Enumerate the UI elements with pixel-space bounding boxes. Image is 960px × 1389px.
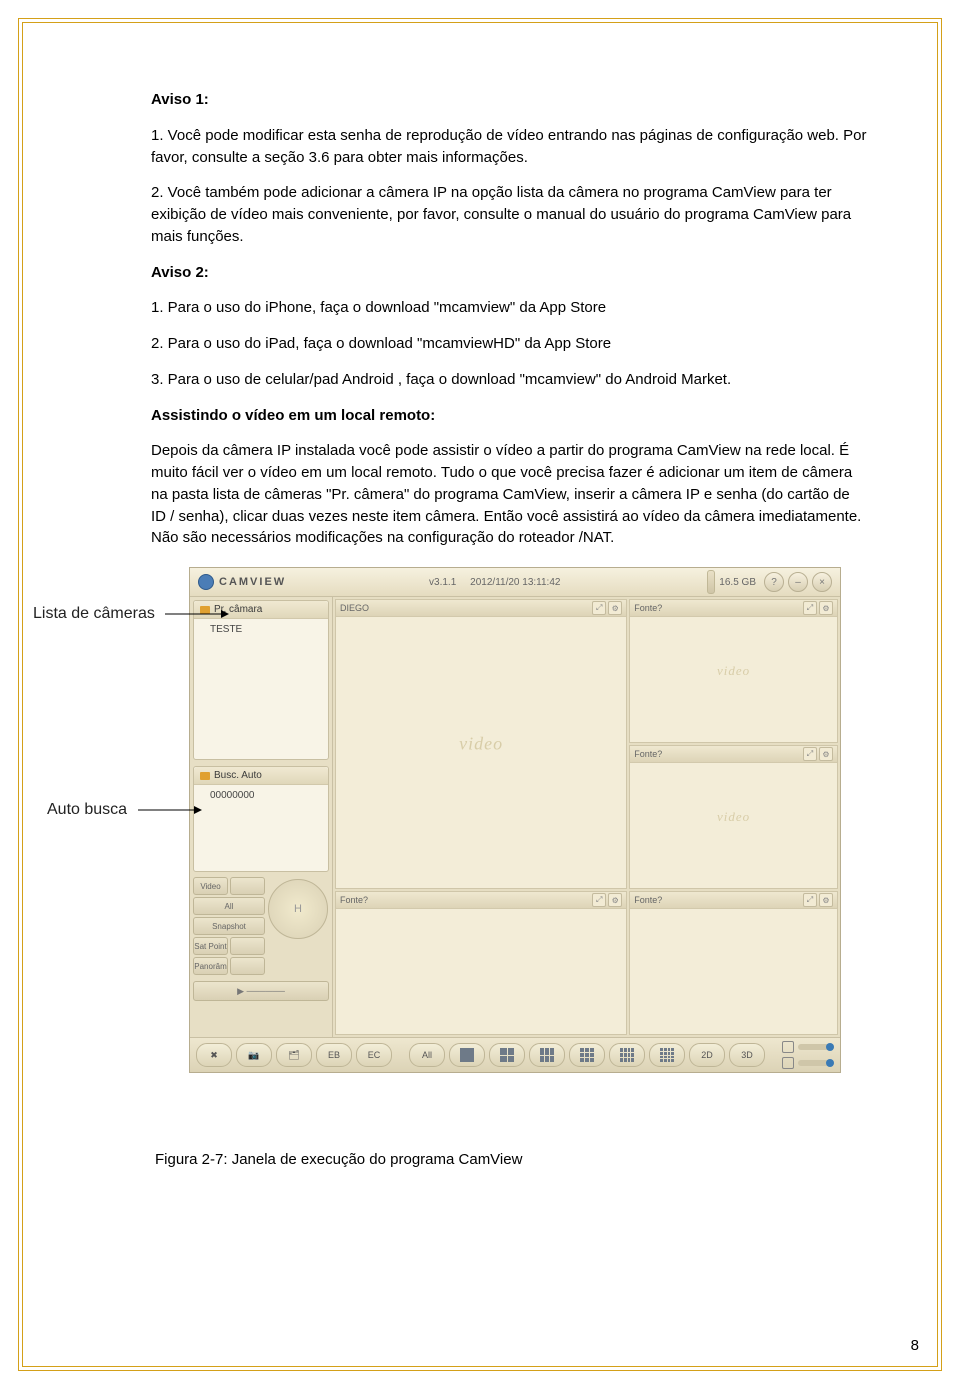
aviso2-item2: 2. Para o uso do iPad, faça o download "… [151,333,867,355]
figure-caption: Figura 2-7: Janela de execução do progra… [155,1151,867,1168]
ec-button[interactable]: EC [356,1043,392,1067]
tile-settings-icon[interactable]: ⚙ [819,747,833,761]
watermark: video [717,663,750,679]
annotation-cameras: Lista de câmeras [33,605,229,623]
autosearch-panel-title: Busc. Auto [214,770,262,781]
tool-button[interactable]: 📷 [236,1043,272,1067]
aviso1-item2: 2. Você também pode adicionar a câmera I… [151,182,867,247]
mini-btn[interactable] [230,957,265,975]
watermark: video [717,809,750,825]
aviso2-heading: Aviso 2: [151,262,867,284]
mic-icon [782,1057,794,1069]
search-tree-item[interactable]: 00000000 [210,789,322,802]
close-button[interactable]: × [812,572,832,592]
annotation-search-text: Auto busca [47,801,127,818]
annotation-cameras-text: Lista de câmeras [33,605,155,622]
titlebar: CAMVIEW v3.1.1 2012/11/20 13:11:42 16.5 … [190,568,840,597]
tile-expand-icon[interactable]: ⤢ [592,893,606,907]
playbar[interactable]: ▶ ────── [193,981,329,1001]
settings-button[interactable]: ✖ [196,1043,232,1067]
camview-window: CAMVIEW v3.1.1 2012/11/20 13:11:42 16.5 … [189,567,841,1073]
dpad-control[interactable] [268,879,328,939]
pan-button[interactable]: Panorâm [193,957,228,975]
eb-button[interactable]: EB [316,1043,352,1067]
volume-slider[interactable] [798,1044,834,1050]
mini-btn[interactable] [230,937,265,955]
remote-heading: Assistindo o vídeo em um local remoto: [151,405,867,427]
autosearch-panel: Busc. Auto 00000000 [193,766,329,872]
camera-tree-item[interactable]: TESTE [210,623,322,636]
titlebar-meta: v3.1.1 2012/11/20 13:11:42 [286,577,703,588]
snapshot-button[interactable]: Snapshot [193,917,265,935]
video-button[interactable]: Video [193,877,228,895]
tile-expand-icon[interactable]: ⤢ [803,601,817,615]
divider-icon [707,570,715,594]
document-body: Aviso 1: 1. Você pode modificar esta sen… [109,89,867,549]
tile-expand-icon[interactable]: ⤢ [803,747,817,761]
help-button[interactable]: ? [764,572,784,592]
figure-wrap: Lista de câmeras Auto busca CAMVIEW [109,567,867,1168]
aviso2-item1: 1. Para o uso do iPhone, faça o download… [151,297,867,319]
sidebar: Pr. câmara TESTE Busc. Auto [190,597,333,1037]
minimize-button[interactable]: – [788,572,808,592]
tile-expand-icon[interactable]: ⤢ [803,893,817,907]
app-brand: CAMVIEW [219,576,286,588]
app-datetime: 2012/11/20 13:11:42 [470,577,560,588]
page-number: 8 [911,1337,919,1354]
video-grid: DIEGO ⤢⚙ video Fonte? ⤢⚙ video [333,597,840,1037]
tool-button[interactable]: 🗂 [276,1043,312,1067]
aviso1-item1: 1. Você pode modificar esta senha de rep… [151,125,867,169]
video-tile[interactable]: Fonte? ⤢⚙ [335,891,627,1035]
mini-btn[interactable] [230,877,265,895]
aviso1-heading: Aviso 1: [151,89,867,111]
tile-title: DIEGO [340,603,369,613]
annotation-search: Auto busca [47,801,202,819]
ptz-controls: Video All Snapshot Sat Point Panorâm [193,877,329,977]
watermark: video [459,734,503,755]
satpoint-button[interactable]: Sat Point [193,937,228,955]
app-version: v3.1.1 [429,577,456,588]
mic-slider[interactable] [798,1060,834,1066]
layout-16-button[interactable] [649,1043,685,1067]
aviso2-item3: 3. Para o uso de celular/pad Android , f… [151,369,867,391]
logo-icon [198,574,214,590]
video-tile[interactable]: Fonte? ⤢⚙ [629,891,838,1035]
video-tile[interactable]: Fonte? ⤢⚙ video [629,745,838,889]
autosearch-panel-header[interactable]: Busc. Auto [194,767,328,785]
layout-all-button[interactable]: All [409,1043,445,1067]
view-2d-button[interactable]: 2D [689,1043,725,1067]
storage-text: 16.5 GB [719,577,756,588]
tile-title: Fonte? [634,895,662,905]
arrow-icon [138,805,202,815]
tile-title: Fonte? [634,749,662,759]
tile-expand-icon[interactable]: ⤢ [592,601,606,615]
tile-settings-icon[interactable]: ⚙ [608,893,622,907]
layout-9-button[interactable] [569,1043,605,1067]
video-tile-main[interactable]: DIEGO ⤢⚙ video [335,599,627,889]
layout-6-button[interactable] [529,1043,565,1067]
arrow-icon [165,609,229,619]
footer-toolbar: ✖ 📷 🗂 EB EC All 2D 3D [190,1037,840,1072]
remote-body: Depois da câmera IP instalada você pode … [151,440,867,549]
video-tile[interactable]: Fonte? ⤢⚙ video [629,599,838,743]
layout-1-button[interactable] [449,1043,485,1067]
tile-settings-icon[interactable]: ⚙ [819,893,833,907]
tile-title: Fonte? [340,895,368,905]
cameras-panel: Pr. câmara TESTE [193,600,329,760]
tile-settings-icon[interactable]: ⚙ [819,601,833,615]
all-button[interactable]: All [193,897,265,915]
view-3d-button[interactable]: 3D [729,1043,765,1067]
tile-title: Fonte? [634,603,662,613]
layout-4-button[interactable] [489,1043,525,1067]
layout-12-button[interactable] [609,1043,645,1067]
speaker-icon [782,1041,794,1053]
tile-settings-icon[interactable]: ⚙ [608,601,622,615]
folder-icon [200,772,210,780]
